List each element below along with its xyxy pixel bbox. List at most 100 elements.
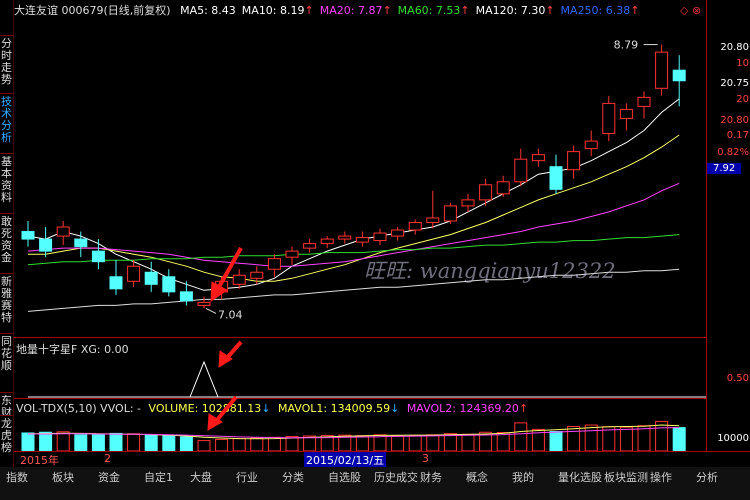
axis-label: 20.75 <box>720 78 749 89</box>
tab-10[interactable]: 概念 <box>464 469 490 485</box>
volume-bar <box>127 433 141 452</box>
sidebar-item-1[interactable]: 技术分析 <box>0 96 13 146</box>
candle <box>602 95 616 142</box>
candle-body <box>338 235 352 240</box>
volume-bar <box>91 433 105 452</box>
stock-title: 大连友谊 000679(日线,前复权) <box>14 4 171 17</box>
sidebar-item-3[interactable]: 敢死资金 <box>0 216 13 266</box>
candle <box>567 145 581 179</box>
volume-bar <box>461 433 475 452</box>
candle <box>637 91 651 119</box>
candle-body <box>479 184 493 201</box>
tab-9[interactable]: 财务 <box>418 469 444 485</box>
volume-bar <box>655 420 669 452</box>
sidebar-divider <box>0 93 13 94</box>
candle-body <box>514 158 528 183</box>
candle <box>56 220 70 246</box>
candle-body <box>655 51 669 89</box>
right-price-axis: 20.80 10 20.75 20 20.80 0.17 0.82% 7.92 0.50 1000… <box>706 0 750 500</box>
tab-13[interactable]: 板块监测 <box>602 469 650 485</box>
volume-bar <box>672 427 686 452</box>
candle-body <box>496 181 510 195</box>
candle <box>267 254 281 277</box>
candle <box>355 231 369 247</box>
candle <box>197 296 211 309</box>
candle-body <box>567 151 581 171</box>
high-price-label: 8.79 <box>614 39 639 52</box>
date-label: 3 <box>422 452 429 465</box>
volume-bar <box>250 437 264 452</box>
candle <box>514 148 528 187</box>
volume-chart[interactable] <box>14 400 706 452</box>
candle-body <box>267 258 281 270</box>
axis-label: 20 <box>736 94 749 105</box>
candle <box>162 269 176 297</box>
candle <box>39 227 53 258</box>
candle-body <box>39 238 53 252</box>
volume-bar <box>56 431 70 452</box>
sidebar-item-6[interactable]: 东财 <box>0 395 13 415</box>
date-label: 2015/02/13/五 <box>304 452 387 468</box>
candle-body <box>391 229 405 237</box>
low-price-label: 7.04 <box>218 308 243 321</box>
sidebar-divider <box>0 153 13 154</box>
tab-14[interactable]: 操作 <box>648 469 674 485</box>
sidebar-item-7[interactable]: 龙虎榜 <box>0 418 13 468</box>
tab-12[interactable]: 量化选股 <box>556 469 604 485</box>
candle-body <box>215 280 229 293</box>
date-axis: 2015年 2 2015/02/13/五 3 <box>14 451 750 468</box>
tab-8[interactable]: 历史成交 <box>372 469 420 485</box>
tab-4[interactable]: 大盘 <box>188 469 214 485</box>
candle <box>373 228 387 246</box>
ma-indicator: MA120: 7.30↑ <box>475 4 555 17</box>
volume-bar <box>637 425 651 452</box>
candle <box>391 227 405 241</box>
tab-7[interactable]: 自选股 <box>326 469 363 485</box>
settings-icons[interactable]: ◇ ⊗ <box>680 4 701 17</box>
candle-body <box>373 232 387 242</box>
ma-indicator: MA60: 7.53↑ <box>397 4 470 17</box>
signal-peak <box>189 360 219 398</box>
candle-body <box>584 140 598 150</box>
candle-body <box>162 276 176 293</box>
ma-line-ma20 <box>27 182 680 267</box>
tab-15[interactable]: 分析 <box>694 469 720 485</box>
candle <box>584 130 598 157</box>
doji-signal-chart[interactable] <box>14 340 706 398</box>
volume-bar <box>443 433 457 452</box>
bottom-tabs: 指数 板块 资金 自定1 大盘 行业 分类 自选股 历史成交 财务 概念 我的 量化选股 板块监测 操作 分析 <box>0 467 750 500</box>
tab-3[interactable]: 自定1 <box>142 469 175 485</box>
low-price-pointer <box>205 307 217 314</box>
tab-6[interactable]: 分类 <box>280 469 306 485</box>
candle <box>91 239 105 270</box>
volume-bar <box>215 438 229 452</box>
candle <box>109 260 123 295</box>
candle <box>338 231 352 244</box>
candle-body <box>672 69 686 82</box>
volume-bar <box>267 436 281 452</box>
tab-5[interactable]: 行业 <box>234 469 260 485</box>
candle-body <box>549 166 563 190</box>
sidebar-item-2[interactable]: 基本资料 <box>0 156 13 206</box>
volume-bar <box>514 422 528 452</box>
volume-bar <box>285 436 299 452</box>
candle <box>496 175 510 197</box>
pane-divider-2 <box>14 398 706 399</box>
candlestick-chart[interactable]: 8.79 7.04 <box>14 22 706 334</box>
candle-body <box>637 96 651 107</box>
tab-1[interactable]: 板块 <box>50 469 76 485</box>
tab-11[interactable]: 我的 <box>510 469 536 485</box>
tab-0[interactable]: 指数 <box>4 469 30 485</box>
volume-bar <box>179 436 193 452</box>
watermark-text: 旺旺: wangqianyu12322 <box>364 259 616 283</box>
candle-body <box>531 154 545 162</box>
axis-label: 10 <box>736 58 749 69</box>
sidebar-item-5[interactable]: 同花顺 <box>0 336 13 386</box>
sidebar-divider <box>0 273 13 274</box>
candle <box>179 281 193 306</box>
candle <box>443 202 457 224</box>
candle <box>144 261 158 292</box>
sidebar-item-0[interactable]: 分时走势 <box>0 38 13 88</box>
sidebar-item-4[interactable]: 新雅赛特 <box>0 276 13 326</box>
tab-2[interactable]: 资金 <box>96 469 122 485</box>
